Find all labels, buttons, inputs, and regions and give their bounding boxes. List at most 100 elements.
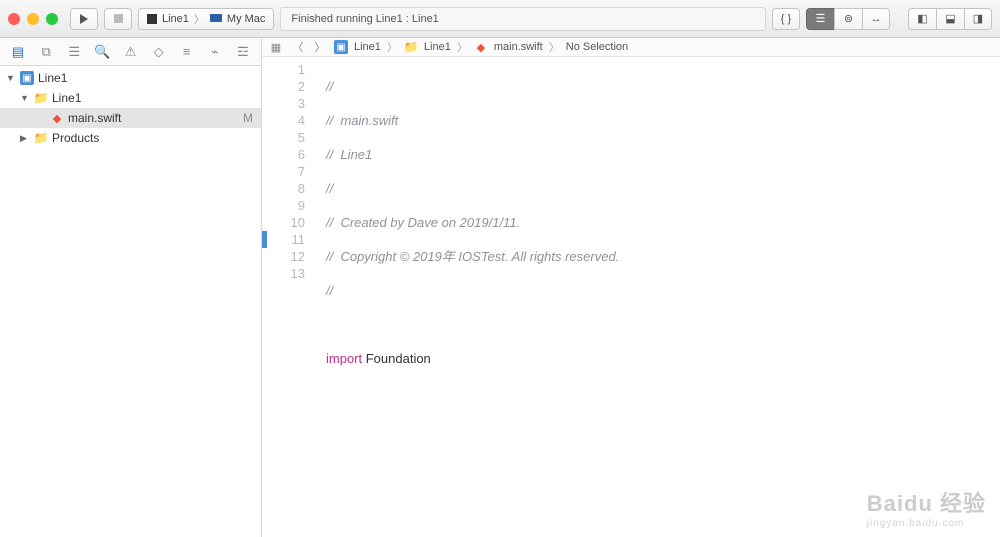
panel-toggles: ◧ ⬓ ◨ bbox=[908, 8, 992, 30]
bottom-panel-icon: ⬓ bbox=[945, 12, 955, 25]
report-navigator-tab[interactable]: ☲ bbox=[233, 44, 253, 60]
play-icon bbox=[79, 14, 89, 24]
source-control-navigator-tab[interactable]: ⧉ bbox=[36, 44, 56, 60]
code-comment: // bbox=[326, 283, 333, 298]
folder-icon: 📁 bbox=[34, 91, 48, 105]
scheme-destination: My Mac bbox=[227, 13, 266, 25]
chevron-right-icon: 〉 bbox=[457, 39, 468, 55]
assistant-editor-button[interactable]: ⊚ bbox=[834, 8, 862, 30]
jumpbar-crumb[interactable]: No Selection bbox=[566, 41, 628, 53]
test-navigator-tab[interactable]: ◇ bbox=[149, 44, 169, 60]
close-window-button[interactable] bbox=[8, 13, 20, 25]
jumpbar-crumb[interactable]: Line1 bbox=[354, 41, 381, 53]
tree-products-row[interactable]: ▶ 📁 Products bbox=[0, 128, 261, 148]
minimize-window-button[interactable] bbox=[27, 13, 39, 25]
chevron-right-icon: 〉 bbox=[194, 11, 205, 27]
line-number: 12 bbox=[262, 248, 305, 265]
editor-mode-segment: ☰ ⊚ ↔ bbox=[806, 8, 890, 30]
line-number: 9 bbox=[262, 197, 305, 214]
lines-icon: ☰ bbox=[816, 12, 826, 25]
rings-icon: ⊚ bbox=[844, 12, 853, 25]
project-tree: ▼ ▣ Line1 ▼ 📁 Line1 ◆ main.swift M ▶ 📁 P… bbox=[0, 66, 261, 537]
identifier: Foundation bbox=[362, 351, 431, 366]
code-comment: // Line1 bbox=[326, 147, 372, 162]
jumpbar-crumb[interactable]: Line1 bbox=[424, 41, 451, 53]
navigator-sidebar: ▤ ⧉ ☰ 🔍 ⚠ ◇ ≡ ⌁ ☲ ▼ ▣ Line1 ▼ 📁 Line1 ◆ bbox=[0, 38, 262, 537]
debug-navigator-tab[interactable]: ≡ bbox=[177, 44, 197, 59]
toggle-navigator-button[interactable]: ◧ bbox=[908, 8, 936, 30]
jumpbar-crumb[interactable]: main.swift bbox=[494, 41, 543, 53]
scm-status-badge: M bbox=[243, 111, 253, 125]
chevron-right-icon: 〉 bbox=[549, 39, 560, 55]
code-comment: // Copyright © 2019年 IOSTest. All rights… bbox=[326, 249, 619, 264]
target-icon bbox=[147, 14, 157, 24]
scheme-name: Line1 bbox=[162, 13, 189, 25]
file-name-label: main.swift bbox=[68, 111, 121, 125]
tree-file-row[interactable]: ◆ main.swift M bbox=[0, 108, 261, 128]
group-name-label: Line1 bbox=[52, 91, 81, 105]
line-number: 10 bbox=[262, 214, 305, 231]
line-number: 7 bbox=[262, 163, 305, 180]
xcode-project-icon: ▣ bbox=[20, 71, 34, 85]
line-number: 1 bbox=[262, 61, 305, 78]
main-area: ▤ ⧉ ☰ 🔍 ⚠ ◇ ≡ ⌁ ☲ ▼ ▣ Line1 ▼ 📁 Line1 ◆ bbox=[0, 38, 1000, 537]
breakpoint-navigator-tab[interactable]: ⌁ bbox=[205, 44, 225, 60]
disclosure-triangle-icon[interactable]: ▼ bbox=[6, 73, 16, 83]
stop-button[interactable] bbox=[104, 8, 132, 30]
left-panel-icon: ◧ bbox=[917, 12, 927, 25]
toggle-debug-button[interactable]: ⬓ bbox=[936, 8, 964, 30]
zoom-window-button[interactable] bbox=[46, 13, 58, 25]
line-number: 4 bbox=[262, 112, 305, 129]
folder-icon: 📁 bbox=[34, 131, 48, 145]
tree-group-row[interactable]: ▼ 📁 Line1 bbox=[0, 88, 261, 108]
code-comment: // bbox=[326, 181, 333, 196]
chevron-right-icon: 〉 bbox=[387, 39, 398, 55]
toggle-inspector-button[interactable]: ◨ bbox=[964, 8, 992, 30]
scheme-selector[interactable]: Line1 〉 My Mac bbox=[138, 8, 274, 30]
jump-bar[interactable]: ▦ 〈 〉 ▣ Line1 〉 📁 Line1 〉 ◆ main.swift 〉… bbox=[262, 38, 1000, 57]
symbol-navigator-tab[interactable]: ☰ bbox=[64, 44, 84, 60]
run-button[interactable] bbox=[70, 8, 98, 30]
related-items-icon[interactable]: ▦ bbox=[268, 41, 284, 54]
line-number: 6 bbox=[262, 146, 305, 163]
line-number: 8 bbox=[262, 180, 305, 197]
arrows-icon: ↔ bbox=[871, 13, 882, 25]
code-comment: // Created by Dave on 2019/1/11. bbox=[326, 215, 520, 230]
back-button[interactable]: 〈 bbox=[290, 39, 306, 55]
blank-line bbox=[326, 316, 1000, 333]
code-text[interactable]: // // main.swift // Line1 // // Created … bbox=[320, 57, 1000, 537]
swift-file-icon: ◆ bbox=[50, 111, 64, 125]
status-text: Finished running Line1 : Line1 bbox=[291, 13, 438, 25]
mac-icon bbox=[210, 14, 222, 23]
blank-line bbox=[326, 384, 1000, 401]
editor-area: ▦ 〈 〉 ▣ Line1 〉 📁 Line1 〉 ◆ main.swift 〉… bbox=[262, 38, 1000, 537]
swift-file-icon: ◆ bbox=[474, 40, 488, 54]
watermark: Baidu 经验 jingyan.baidu.com bbox=[867, 486, 986, 529]
navigator-selector-bar: ▤ ⧉ ☰ 🔍 ⚠ ◇ ≡ ⌁ ☲ bbox=[0, 38, 261, 66]
line-number: 13 bbox=[262, 265, 305, 282]
blank-line bbox=[326, 452, 1000, 469]
forward-button[interactable]: 〉 bbox=[312, 39, 328, 55]
standard-editor-button[interactable]: ☰ bbox=[806, 8, 834, 30]
source-editor[interactable]: 1 2 3 4 5 6 7 8 9 10 11 12 13 // // main… bbox=[262, 57, 1000, 537]
line-number: 11 bbox=[262, 231, 305, 248]
project-navigator-tab[interactable]: ▤ bbox=[8, 44, 28, 60]
project-name-label: Line1 bbox=[38, 71, 67, 85]
watermark-sub: jingyan.baidu.com bbox=[867, 518, 986, 529]
version-editor-button[interactable]: ↔ bbox=[862, 8, 890, 30]
disclosure-triangle-icon[interactable]: ▶ bbox=[20, 133, 30, 144]
braces-icon: { } bbox=[781, 13, 791, 25]
line-marker bbox=[262, 231, 267, 248]
disclosure-triangle-icon[interactable]: ▼ bbox=[20, 93, 30, 103]
find-navigator-tab[interactable]: 🔍 bbox=[92, 44, 112, 60]
traffic-lights bbox=[8, 13, 58, 25]
issue-navigator-tab[interactable]: ⚠ bbox=[120, 44, 140, 60]
tree-project-row[interactable]: ▼ ▣ Line1 bbox=[0, 68, 261, 88]
library-button[interactable]: { } bbox=[772, 8, 800, 30]
window-toolbar: Line1 〉 My Mac Finished running Line1 : … bbox=[0, 0, 1000, 38]
right-panel-icon: ◨ bbox=[973, 12, 983, 25]
folder-icon: 📁 bbox=[404, 40, 418, 54]
xcode-project-icon: ▣ bbox=[334, 40, 348, 54]
line-number: 2 bbox=[262, 78, 305, 95]
keyword: import bbox=[326, 351, 362, 366]
